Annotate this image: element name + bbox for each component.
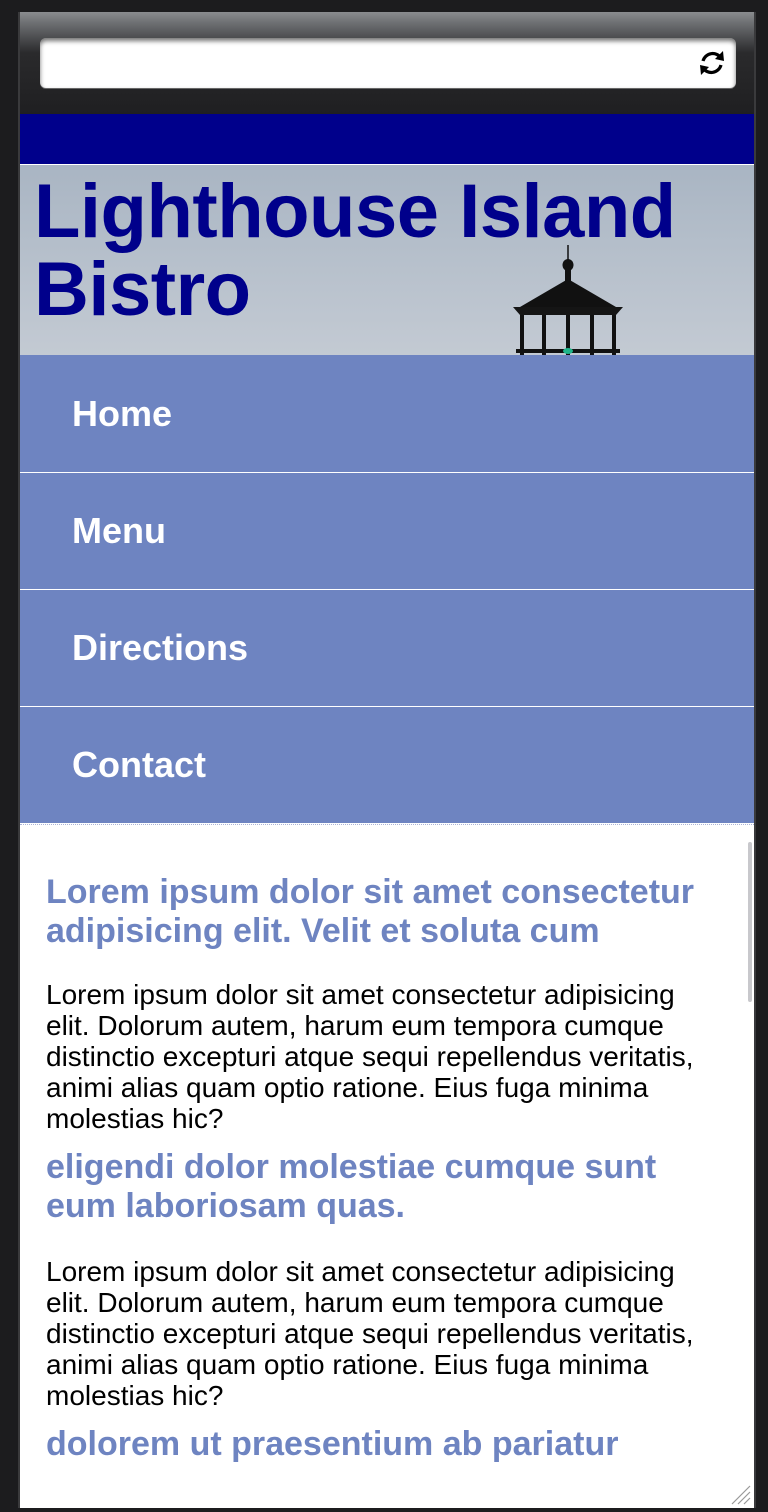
resize-grip-icon[interactable] (728, 1482, 752, 1506)
nav-item-label: Menu (72, 510, 166, 551)
nav-item-label: Contact (72, 744, 206, 785)
nav-item-label: Directions (72, 627, 249, 668)
section-paragraph: Lorem ipsum dolor sit amet consectetur a… (46, 979, 694, 1134)
address-bar[interactable] (40, 38, 736, 88)
nav-item-home[interactable]: Home (20, 355, 754, 472)
section-heading: dolorem ut praesentium ab pariatur (46, 1425, 619, 1463)
site-title: Lighthouse Island Bistro (34, 169, 676, 332)
section-paragraph: Lorem ipsum dolor sit amet consectetur a… (46, 1256, 694, 1411)
main-nav: Home Menu Directions Contact (20, 355, 754, 823)
nav-item-menu[interactable]: Menu (20, 472, 754, 589)
device-frame: Lighthouse Island Bistro Home Menu Direc… (18, 12, 756, 1508)
section-heading: Lorem ipsum dolor sit amet consectetur a… (46, 873, 695, 950)
nav-item-label: Home (72, 392, 173, 434)
nav-item-directions[interactable]: Directions (20, 589, 754, 706)
main-content: Lorem ipsum dolor sit amet consectetur a… (20, 824, 754, 1492)
reload-icon[interactable] (696, 47, 728, 79)
section-heading: eligendi dolor molestiae cumque sunt eum… (46, 1148, 657, 1225)
top-banner (20, 114, 754, 165)
hero-header: Lighthouse Island Bistro (20, 165, 754, 356)
browser-toolbar (20, 12, 754, 114)
scrollbar[interactable] (748, 842, 752, 1002)
nav-item-contact[interactable]: Contact (20, 706, 754, 823)
